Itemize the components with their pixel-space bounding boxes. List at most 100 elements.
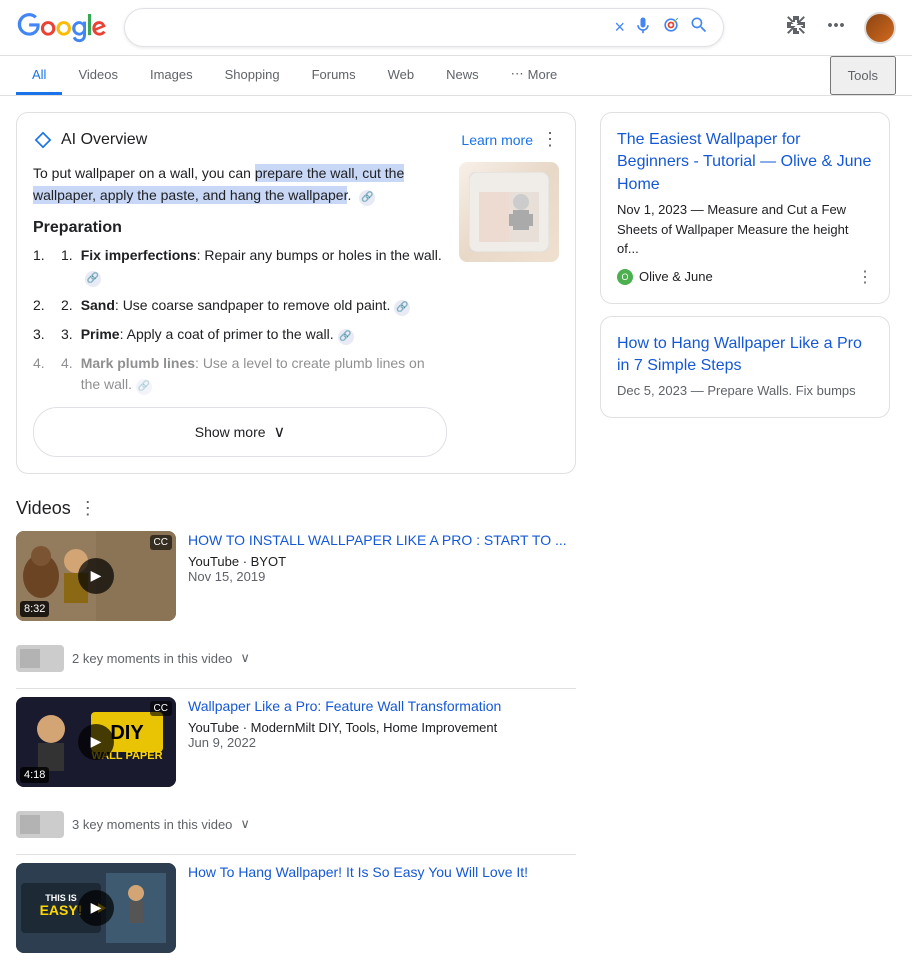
videos-section-title: Videos — [16, 498, 71, 519]
tab-more[interactable]: ⋯ More — [495, 56, 574, 95]
tab-all[interactable]: All — [16, 57, 62, 95]
ai-overview-label: AI Overview — [61, 131, 147, 149]
search-bar[interactable]: how to put wallpaper on walls × — [124, 8, 724, 47]
result-card-1: The Easiest Wallpaper for Beginners - Tu… — [600, 112, 890, 304]
tab-forums[interactable]: Forums — [296, 57, 372, 95]
card-1-source-name: Olive & June — [639, 269, 713, 284]
prep-item-3-content: Prime: Apply a coat of primer to the wal… — [81, 324, 354, 345]
video-info-2: Wallpaper Like a Pro: Feature Wall Trans… — [188, 697, 576, 787]
video-duration-1: 8:32 — [20, 601, 49, 617]
key-moments-1[interactable]: 2 key moments in this video ∨ — [16, 637, 576, 680]
ai-intro-post: . — [347, 187, 351, 203]
prep-number-2: 2. — [61, 295, 73, 316]
prep-3-link-icon[interactable]: 🔗 — [338, 329, 354, 345]
video-thumb-2: DIY WALL PAPER ▶ 4:18 CC — [16, 697, 176, 787]
video-source-2: YouTube · ModernMilt DIY, Tools, Home Im… — [188, 720, 576, 735]
ai-overview-section: AI Overview Learn more ⋮ To put wallpape… — [16, 112, 576, 474]
prep-item-2: 2. Sand: Use coarse sandpaper to remove … — [33, 295, 447, 316]
ai-more-options-button[interactable]: ⋮ — [541, 129, 559, 150]
more-icon: ⋯ — [511, 66, 524, 82]
right-column: The Easiest Wallpaper for Beginners - Tu… — [600, 112, 890, 969]
video-thumb-3: THIS IS EASY! ▶ — [16, 863, 176, 953]
left-column: AI Overview Learn more ⋮ To put wallpape… — [16, 112, 576, 969]
key-moments-thumb-2 — [16, 811, 64, 838]
videos-section-header: Videos ⋮ — [16, 498, 576, 519]
ai-intro-pre: To put wallpaper on a wall, you can — [33, 165, 255, 181]
video-item-1: ▶ 8:32 CC HOW TO INSTALL WALLPAPER LIKE … — [16, 531, 576, 621]
prep-number-3: 3. — [61, 324, 73, 345]
video-date-2: Jun 9, 2022 — [188, 735, 576, 750]
video-cc-badge-1: CC — [150, 535, 172, 550]
divider-1 — [16, 688, 576, 689]
card-2-snippet: Dec 5, 2023 — Prepare Walls. Fix bumps — [617, 381, 873, 401]
google-logo — [16, 13, 108, 43]
key-moments-label-1: 2 key moments in this video — [72, 651, 232, 666]
ai-overview-image — [459, 162, 559, 262]
apps-button[interactable] — [824, 13, 848, 43]
prep-item-4: 4. Mark plumb lines: Use a level to crea… — [33, 353, 447, 395]
ai-intro-text: To put wallpaper on a wall, you can prep… — [33, 162, 447, 207]
video-title-2[interactable]: Wallpaper Like a Pro: Feature Wall Trans… — [188, 697, 576, 717]
prep-item-1-content: Fix imperfections: Repair any bumps or h… — [81, 245, 447, 287]
voice-search-button[interactable] — [633, 15, 653, 40]
search-input[interactable]: how to put wallpaper on walls — [139, 19, 606, 37]
search-submit-button[interactable] — [689, 15, 709, 40]
video-play-button-3[interactable]: ▶ — [78, 890, 114, 926]
video-play-button-1[interactable]: ▶ — [78, 558, 114, 594]
clear-search-button[interactable]: × — [614, 17, 625, 38]
video-play-button-2[interactable]: ▶ — [78, 724, 114, 760]
prep-2-link-icon[interactable]: 🔗 — [394, 300, 410, 316]
chevron-down-icon: ∨ — [274, 422, 286, 442]
ai-overview-header: AI Overview Learn more ⋮ — [33, 129, 559, 150]
preparation-list: 1. Fix imperfections: Repair any bumps o… — [33, 245, 447, 395]
navigation-tabs: All Videos Images Shopping Forums Web Ne… — [0, 56, 912, 96]
prep-item-1: 1. Fix imperfections: Repair any bumps o… — [33, 245, 447, 287]
ai-diamond-icon — [33, 130, 53, 150]
video-thumb-1: ▶ 8:32 CC — [16, 531, 176, 621]
header: how to put wallpaper on walls × — [0, 0, 912, 56]
ai-source-link-icon[interactable]: 🔗 — [359, 190, 375, 206]
tab-videos[interactable]: Videos — [62, 57, 134, 95]
ai-overview-actions: Learn more ⋮ — [461, 129, 559, 150]
videos-more-options-button[interactable]: ⋮ — [79, 498, 97, 519]
video-date-1: Nov 15, 2019 — [188, 569, 576, 584]
user-avatar[interactable] — [864, 12, 896, 44]
video-item-2: DIY WALL PAPER ▶ 4:18 CC Wallpaper Like … — [16, 697, 576, 787]
preparation-title: Preparation — [33, 219, 447, 237]
prep-item-3: 3. Prime: Apply a coat of primer to the … — [33, 324, 447, 345]
wallpaper-image — [459, 162, 559, 262]
video-title-3[interactable]: How To Hang Wallpaper! It Is So Easy You… — [188, 863, 576, 883]
video-info-1: HOW TO INSTALL WALLPAPER LIKE A PRO : ST… — [188, 531, 576, 621]
svg-text:EASY!: EASY! — [40, 902, 83, 918]
ai-title-group: AI Overview — [33, 130, 147, 150]
key-moments-2[interactable]: 3 key moments in this video ∨ — [16, 803, 576, 846]
tab-shopping[interactable]: Shopping — [209, 57, 296, 95]
tools-button[interactable]: Tools — [830, 56, 896, 95]
card-1-title[interactable]: The Easiest Wallpaper for Beginners - Tu… — [617, 129, 873, 196]
show-more-button[interactable]: Show more ∨ — [33, 407, 447, 457]
prep-1-link-icon[interactable]: 🔗 — [85, 271, 101, 287]
header-right — [784, 12, 896, 44]
key-moments-chevron-2: ∨ — [240, 816, 250, 832]
tab-images[interactable]: Images — [134, 57, 209, 95]
show-more-label: Show more — [195, 424, 266, 440]
tab-news[interactable]: News — [430, 57, 495, 95]
labs-button[interactable] — [784, 13, 808, 43]
card-1-source-row: O Olive & June ⋮ — [617, 267, 873, 287]
lens-button[interactable] — [661, 15, 681, 40]
video-source-1: YouTube · BYOT — [188, 554, 576, 569]
ai-overview-body: To put wallpaper on a wall, you can prep… — [33, 162, 559, 457]
video-title-1[interactable]: HOW TO INSTALL WALLPAPER LIKE A PRO : ST… — [188, 531, 576, 551]
tab-web[interactable]: Web — [372, 57, 431, 95]
card-1-more-options-button[interactable]: ⋮ — [857, 267, 873, 287]
learn-more-button[interactable]: Learn more — [461, 132, 533, 148]
key-moments-thumb-1 — [16, 645, 64, 672]
prep-4-link-icon[interactable]: 🔗 — [136, 379, 152, 395]
key-moments-label-2: 3 key moments in this video — [72, 817, 232, 832]
video-duration-2: 4:18 — [20, 767, 49, 783]
card-2-title[interactable]: How to Hang Wallpaper Like a Pro in 7 Si… — [617, 333, 873, 378]
main-content: AI Overview Learn more ⋮ To put wallpape… — [0, 96, 912, 969]
prep-number-1: 1. — [61, 245, 73, 266]
ai-overview-text-area: To put wallpaper on a wall, you can prep… — [33, 162, 447, 457]
card-1-favicon: O — [617, 269, 633, 285]
